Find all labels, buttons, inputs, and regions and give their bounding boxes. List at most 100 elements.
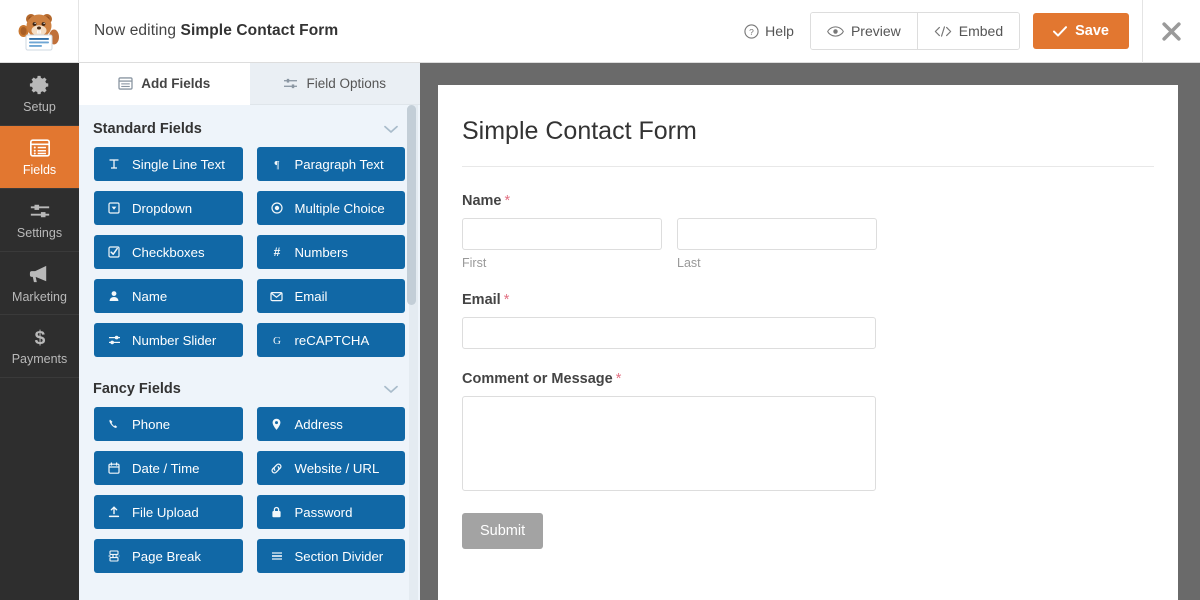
required-marker: * [615,371,622,387]
field-label-text: Comment or Message [462,371,613,387]
section-header-fancy-fields[interactable]: Fancy Fields [79,357,420,407]
field-button-password[interactable]: Password [256,495,405,529]
chevron-down-icon[interactable] [384,382,398,397]
dollar-icon: $ [34,328,45,348]
field-button-multiple-choice[interactable]: Multiple Choice [256,191,405,225]
field-button-name[interactable]: Name [94,279,243,313]
preview-button[interactable]: Preview [810,13,917,49]
embed-button[interactable]: Embed [916,13,1020,49]
page-break-icon [107,550,121,562]
code-icon [934,25,952,37]
email-input[interactable] [462,317,876,349]
top-bar: Now editing Simple Contact Form ? Help P… [0,0,1200,63]
svg-text:G: G [273,335,281,346]
preview-embed-group: Preview Embed [809,12,1021,50]
caret-square-icon [107,202,121,214]
standard-fields-grid: Single Line Text ¶ Paragraph Text Dropdo… [79,147,420,357]
preview-field-comment[interactable]: Comment or Message * [462,371,1154,491]
pilcrow-icon: ¶ [270,158,284,170]
field-button-paragraph-text[interactable]: ¶ Paragraph Text [256,147,405,181]
field-button-number-slider[interactable]: Number Slider [94,323,243,357]
sidebar-item-setup[interactable]: Setup [0,63,79,126]
options-icon [284,78,298,89]
list-icon [29,139,50,157]
name-subfields-row: First Last [462,218,1154,270]
preview-field-email[interactable]: Email * [462,292,1154,349]
gear-icon [29,75,48,95]
megaphone-icon [29,265,47,282]
wpforms-logo [0,0,79,63]
question-circle-icon: ? [744,23,759,39]
phone-icon [107,418,121,430]
help-label: Help [765,23,794,39]
field-button-address[interactable]: Address [256,407,405,441]
panel-tabs: Add Fields Field Options [79,63,420,105]
radio-icon [270,202,284,214]
form-title-divider [462,166,1154,167]
field-label: Comment or Message * [462,371,1154,387]
field-button-label: Page Break [132,548,201,564]
section-header-standard-fields[interactable]: Standard Fields [79,105,420,147]
sidebar-item-marketing[interactable]: Marketing [0,252,79,315]
field-button-date-time[interactable]: Date / Time [94,451,243,485]
sliders-icon [30,204,49,218]
help-button[interactable]: ? Help [728,23,810,39]
field-button-section-divider[interactable]: Section Divider [256,539,405,573]
editing-prefix: Now editing [94,22,177,39]
tab-field-options[interactable]: Field Options [249,63,420,105]
tab-label: Field Options [306,76,387,91]
field-button-dropdown[interactable]: Dropdown [94,191,243,225]
sidebar-item-label: Payments [11,352,68,366]
fields-panel: Add Fields Field Options Standard Fields [79,63,420,600]
embed-label: Embed [958,23,1004,39]
comment-textarea[interactable] [462,396,876,491]
user-icon [107,290,121,302]
close-builder-button[interactable] [1142,0,1200,63]
fields-icon [118,77,133,90]
field-button-label: Website / URL [294,460,380,476]
sidebar-item-payments[interactable]: $ Payments [0,315,79,378]
field-button-phone[interactable]: Phone [94,407,243,441]
field-button-file-upload[interactable]: File Upload [94,495,243,529]
field-button-label: Single Line Text [132,156,225,172]
last-name-input[interactable] [677,218,877,250]
submit-button[interactable]: Submit [462,513,544,549]
editing-title: Now editing Simple Contact Form [79,22,338,40]
field-button-label: File Upload [132,504,199,520]
field-button-email[interactable]: Email [256,279,405,313]
required-marker: * [504,193,511,209]
sidebar-item-fields[interactable]: Fields [0,126,79,189]
field-button-website-url[interactable]: Website / URL [256,451,405,485]
svg-text:¶: ¶ [274,159,279,170]
sidebar-item-settings[interactable]: Settings [0,189,79,252]
envelope-icon [270,291,284,302]
field-button-single-line-text[interactable]: Single Line Text [94,147,243,181]
chevron-down-icon[interactable] [384,122,398,137]
svg-text:$: $ [34,328,45,348]
top-bar-actions: ? Help Preview Embed Save [728,0,1200,63]
field-button-recaptcha[interactable]: G reCAPTCHA [256,323,405,357]
sidebar-item-label: Fields [22,163,57,177]
sidebar-item-label: Setup [23,100,56,114]
required-marker: * [503,292,510,308]
field-button-label: Password [294,504,353,520]
field-button-numbers[interactable]: # Numbers [256,235,405,269]
panel-scrollbar-track[interactable] [407,105,418,600]
eye-icon [827,25,844,37]
panel-scrollbar-thumb[interactable] [407,105,416,305]
field-button-label: Number Slider [132,332,217,348]
wpforms-beaver-logo [18,14,59,51]
name-first-col: First [462,218,662,270]
field-button-checkboxes[interactable]: Checkboxes [94,235,243,269]
preview-field-name[interactable]: Name * First Last [462,193,1154,270]
tab-add-fields[interactable]: Add Fields [79,63,250,105]
name-last-col: Last [677,218,877,270]
map-pin-icon [270,418,284,431]
field-label-text: Email [462,292,501,308]
field-button-page-break[interactable]: Page Break [94,539,243,573]
save-button[interactable]: Save [1033,13,1129,49]
preview-label: Preview [850,23,901,39]
builder-nav-rail: Setup Fields Settings Marketing $ Paymen… [0,63,79,600]
tab-label: Add Fields [141,76,211,91]
first-name-input[interactable] [462,218,662,250]
